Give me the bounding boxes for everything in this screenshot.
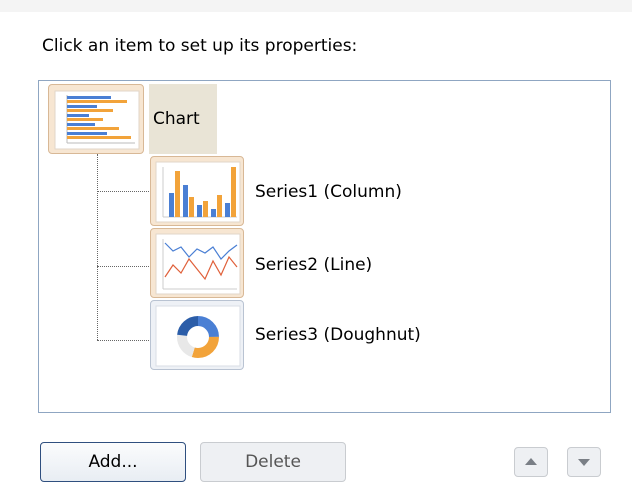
series2-node-label[interactable]: Series2 (Line) — [255, 255, 372, 275]
chart-node-label[interactable]: Chart — [153, 109, 200, 129]
series3-node-label[interactable]: Series3 (Doughnut) — [255, 325, 421, 345]
column-chart-icon — [155, 161, 241, 223]
series2-node-thumbnail[interactable] — [150, 228, 244, 298]
window-top-band — [0, 0, 632, 12]
tree-connector-series1 — [97, 191, 149, 192]
move-down-button[interactable] — [567, 447, 601, 477]
series3-node-thumbnail[interactable] — [150, 300, 244, 370]
add-button[interactable]: Add... — [40, 442, 186, 482]
move-up-button[interactable] — [514, 447, 548, 477]
doughnut-chart-icon — [155, 305, 241, 367]
chart-node-thumbnail[interactable] — [48, 84, 144, 154]
instructions-text: Click an item to set up its properties: — [42, 36, 358, 56]
up-arrow-icon — [525, 458, 537, 465]
down-arrow-icon — [578, 459, 590, 466]
series1-node-thumbnail[interactable] — [150, 156, 244, 226]
tree-connector-series2 — [97, 266, 149, 267]
series1-node-label[interactable]: Series1 (Column) — [255, 182, 402, 202]
bar-chart-icon — [54, 90, 140, 150]
tree-connector-vertical — [97, 154, 98, 340]
tree-connector-series3 — [97, 340, 149, 341]
line-chart-icon — [155, 233, 241, 295]
delete-button[interactable]: Delete — [200, 442, 346, 482]
